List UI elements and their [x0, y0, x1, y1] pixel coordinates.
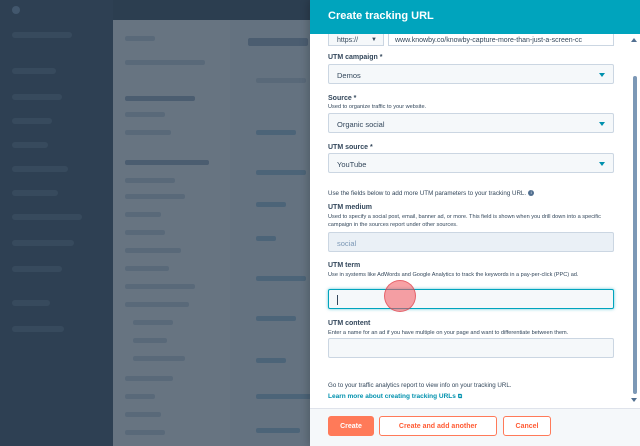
utm-term-help: Use in systems like AdWords and Google A… [328, 272, 579, 278]
utm-term-input[interactable] [328, 289, 614, 309]
utm-content-help: Enter a name for an ad if you have multi… [328, 330, 569, 336]
scroll-up-arrow-icon[interactable] [631, 38, 637, 42]
utm-campaign-value: Demos [337, 71, 361, 80]
scroll-down-arrow-icon[interactable] [631, 398, 637, 402]
url-protocol-value: https:// [337, 37, 359, 44]
chevron-down-icon [599, 122, 605, 126]
source-value: Organic social [337, 120, 385, 129]
footer-note-text: Go to your traffic analytics report to v… [328, 382, 512, 389]
panel-body: https:// ▼ www.knowby.co/knowby-capture-… [310, 34, 640, 408]
url-protocol-select[interactable]: https:// ▼ [328, 34, 384, 46]
utm-medium-label: UTM medium [328, 204, 372, 211]
click-indicator [384, 280, 416, 312]
utm-campaign-select[interactable]: Demos [328, 64, 614, 84]
learn-more-link[interactable]: Learn more about creating tracking URLs ⧉ [328, 393, 462, 401]
source-help: Used to organize traffic to your website… [328, 104, 427, 110]
url-row: https:// ▼ www.knowby.co/knowby-capture-… [328, 34, 614, 46]
utm-content-label: UTM content [328, 320, 371, 327]
chevron-down-icon: ▼ [371, 37, 377, 43]
utm-content-input[interactable] [328, 338, 614, 358]
external-link-icon: ⧉ [457, 394, 463, 400]
panel-title: Create tracking URL [328, 10, 434, 22]
chevron-down-icon [599, 73, 605, 77]
source-select[interactable]: Organic social [328, 113, 614, 133]
utm-source-select[interactable]: YouTube [328, 153, 614, 173]
utm-medium-help: Used to specify a social post, email, ba… [328, 214, 601, 228]
chevron-down-icon [599, 162, 605, 166]
learn-more-link-text: Learn more about creating tracking URLs [328, 393, 456, 400]
cancel-button[interactable]: Cancel [503, 416, 551, 436]
more-params-info: Use the fields below to add more UTM par… [328, 190, 535, 197]
url-input[interactable]: www.knowby.co/knowby-capture-more-than-j… [388, 34, 614, 46]
panel-header: Create tracking URL [310, 0, 640, 34]
more-params-info-text: Use the fields below to add more UTM par… [328, 190, 527, 197]
source-label: Source * [328, 95, 357, 102]
create-tracking-url-panel: Create tracking URL https:// ▼ www.knowb… [310, 0, 640, 446]
info-icon[interactable]: i [528, 190, 535, 196]
text-cursor [337, 295, 338, 305]
create-button[interactable]: Create [328, 416, 374, 436]
create-and-add-another-button[interactable]: Create and add another [379, 416, 497, 436]
utm-medium-value: social [337, 239, 357, 248]
utm-source-value: YouTube [337, 160, 367, 169]
scroll-thumb[interactable] [633, 76, 637, 394]
utm-source-label: UTM source * [328, 144, 373, 151]
utm-term-label: UTM term [328, 262, 361, 269]
utm-campaign-label: UTM campaign * [328, 54, 383, 61]
panel-footer: Create Create and add another Cancel [310, 408, 640, 446]
utm-medium-input: social [328, 232, 614, 252]
